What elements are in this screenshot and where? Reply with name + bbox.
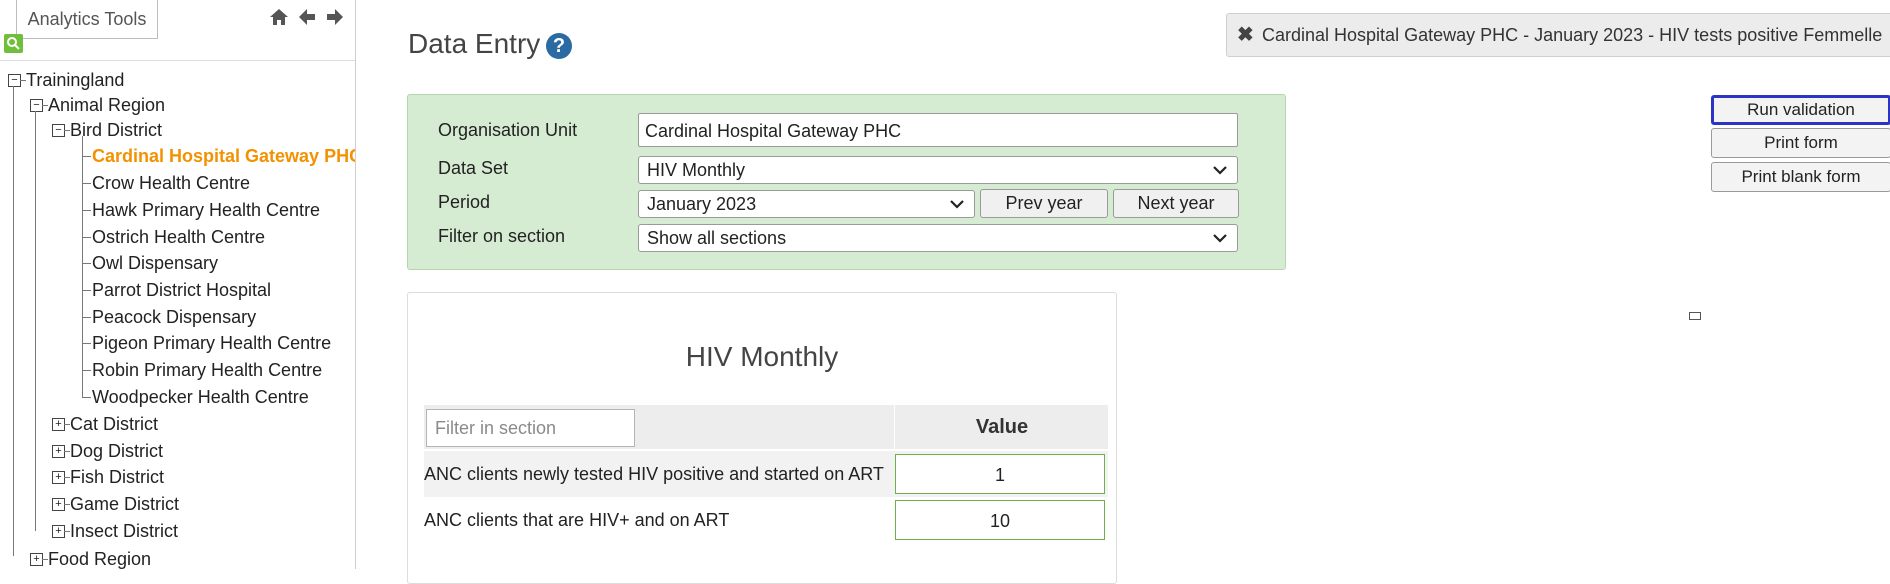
tree-leaf[interactable]: Woodpecker Health Centre — [92, 384, 309, 410]
close-icon[interactable]: ✖ — [1237, 14, 1254, 56]
table-header: Filter in section Value — [424, 405, 1108, 449]
period-value: January 2023 — [647, 194, 757, 214]
chevron-down-icon — [1213, 234, 1227, 243]
section-filter-value: Show all sections — [647, 228, 787, 248]
page-title: Data Entry — [408, 28, 541, 59]
section-filter-select[interactable]: Show all sections — [638, 224, 1238, 252]
tree-leaf[interactable]: Owl Dispensary — [92, 250, 218, 276]
print-blank-form-button[interactable]: Print blank form — [1711, 162, 1890, 192]
org-unit-tree-panel: Analytics Tools − Trainingland − Animal … — [0, 0, 356, 569]
dataset-label: Data Set — [438, 158, 509, 178]
tree-connector — [82, 290, 91, 291]
period-label: Period — [438, 192, 491, 212]
dataset-value: HIV Monthly — [647, 160, 746, 180]
tree-connector — [82, 210, 91, 211]
tree-leaf[interactable]: Parrot District Hospital — [92, 277, 271, 303]
section-filter-input[interactable]: Filter in section — [426, 409, 635, 447]
tree-connector — [82, 237, 91, 238]
value-input[interactable]: 10 — [895, 500, 1105, 540]
table-row: ANC clients that are HIV+ and on ART 10 — [424, 497, 1108, 543]
org-unit-label: Organisation Unit — [438, 120, 578, 140]
tree-connector — [82, 183, 91, 184]
prev-year-button[interactable]: Prev year — [980, 189, 1108, 218]
tree-node-animal-region[interactable]: Animal Region — [48, 92, 165, 118]
tree-leaf[interactable]: Robin Primary Health Centre — [92, 357, 322, 383]
tree-node-district[interactable]: Dog District — [70, 438, 163, 464]
run-validation-button[interactable]: Run validation — [1711, 95, 1890, 125]
data-entry-form: HIV Monthly Filter in section Value ANC … — [407, 292, 1117, 584]
tree-node-food-region[interactable]: Food Region — [48, 546, 151, 569]
next-year-button[interactable]: Next year — [1113, 189, 1239, 218]
tree-node-district[interactable]: Insect District — [70, 518, 178, 544]
tree-connector — [82, 397, 91, 398]
table-row: ANC clients newly tested HIV positive an… — [424, 451, 1108, 497]
org-unit-tree: − Trainingland − Animal Region − Bird Di… — [0, 0, 355, 569]
chevron-down-icon — [1213, 166, 1227, 175]
tree-leaf[interactable]: Hawk Primary Health Centre — [92, 197, 320, 223]
tree-connector — [82, 343, 91, 344]
tree-node-district[interactable]: Game District — [70, 491, 179, 517]
tree-connector — [82, 317, 91, 318]
tree-node-trainingland[interactable]: Trainingland — [26, 67, 124, 93]
chevron-down-icon — [950, 200, 964, 209]
keyboard-icon — [1689, 312, 1701, 320]
period-select[interactable]: January 2023 — [638, 190, 975, 218]
tree-connector — [82, 156, 91, 157]
tree-connector — [35, 111, 36, 531]
tree-leaf-selected[interactable]: Cardinal Hospital Gateway PHC — [92, 143, 355, 169]
selection-criteria-panel: Organisation Unit Cardinal Hospital Gate… — [407, 94, 1286, 270]
tree-connector — [82, 263, 91, 264]
tree-node-bird-district[interactable]: Bird District — [70, 117, 162, 143]
tree-leaf[interactable]: Crow Health Centre — [92, 170, 250, 196]
tree-connector — [82, 370, 91, 371]
tree-node-district[interactable]: Cat District — [70, 411, 158, 437]
tree-leaf[interactable]: Pigeon Primary Health Centre — [92, 330, 331, 356]
data-element-label: ANC clients that are HIV+ and on ART — [424, 510, 730, 530]
org-unit-field[interactable]: Cardinal Hospital Gateway PHC — [638, 113, 1238, 147]
value-column-header: Value — [894, 405, 1109, 449]
tree-leaf[interactable]: Peacock Dispensary — [92, 304, 256, 330]
tree-connector — [82, 136, 83, 397]
form-title: HIV Monthly — [685, 341, 839, 372]
data-element-label: ANC clients newly tested HIV positive an… — [424, 464, 884, 484]
help-icon[interactable]: ? — [546, 33, 572, 59]
tree-leaf[interactable]: Ostrich Health Centre — [92, 224, 265, 250]
print-form-button[interactable]: Print form — [1711, 128, 1890, 158]
value-input[interactable]: 1 — [895, 454, 1105, 494]
tree-node-district[interactable]: Fish District — [70, 464, 164, 490]
notification-text: Cardinal Hospital Gateway PHC - January … — [1262, 25, 1883, 45]
filter-section-label: Filter on section — [438, 226, 566, 246]
tree-connector — [13, 86, 14, 556]
notification-bar: ✖ Cardinal Hospital Gateway PHC - Januar… — [1226, 13, 1890, 57]
dataset-select[interactable]: HIV Monthly — [638, 156, 1238, 184]
